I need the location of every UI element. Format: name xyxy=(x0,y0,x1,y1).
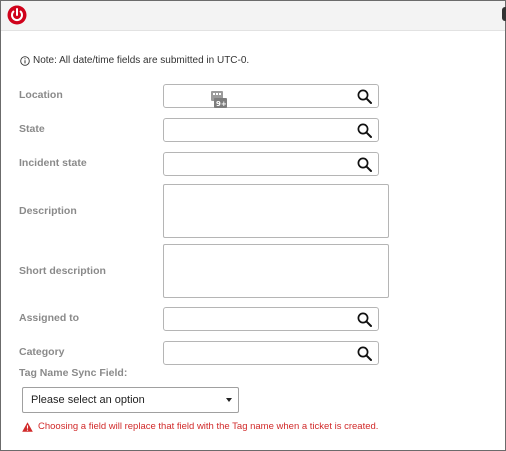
keyboard-badge-icon: 9+ xyxy=(211,91,227,108)
location-input[interactable]: 9+ xyxy=(163,84,379,108)
state-label: State xyxy=(19,123,45,135)
form-window: Note: All date/time fields are submitted… xyxy=(0,0,506,451)
search-icon[interactable] xyxy=(357,346,372,361)
tag-sync-selected: Please select an option xyxy=(31,394,145,406)
short-description-label: Short description xyxy=(19,265,106,277)
utc-note-text: Note: All date/time fields are submitted… xyxy=(33,55,250,66)
search-icon[interactable] xyxy=(357,312,372,327)
incident-state-input[interactable] xyxy=(163,152,379,176)
assigned-to-input[interactable] xyxy=(163,307,379,331)
short-description-textarea[interactable] xyxy=(163,244,389,298)
top-bar xyxy=(1,1,506,31)
category-input[interactable] xyxy=(163,341,379,365)
tag-sync-warning-text: Choosing a field will replace that field… xyxy=(38,421,379,432)
description-label: Description xyxy=(19,205,77,217)
search-icon[interactable] xyxy=(357,89,372,104)
overflow-icon[interactable] xyxy=(502,7,506,21)
power-icon[interactable] xyxy=(7,5,27,25)
search-icon[interactable] xyxy=(357,123,372,138)
incident-state-label: Incident state xyxy=(19,157,87,169)
category-label: Category xyxy=(19,346,65,358)
state-input[interactable] xyxy=(163,118,379,142)
tag-sync-select[interactable]: Please select an option xyxy=(22,387,239,413)
location-label: Location xyxy=(19,89,63,101)
search-icon[interactable] xyxy=(357,157,372,172)
warning-icon xyxy=(22,421,33,432)
svg-text:9+: 9+ xyxy=(216,100,227,108)
assigned-to-label: Assigned to xyxy=(19,312,80,324)
tag-sync-label: Tag Name Sync Field: xyxy=(19,367,128,379)
info-icon xyxy=(20,55,30,66)
tag-sync-warning: Choosing a field will replace that field… xyxy=(22,421,378,432)
chevron-down-icon xyxy=(226,398,232,402)
utc-note: Note: All date/time fields are submitted… xyxy=(20,55,249,66)
description-textarea[interactable] xyxy=(163,184,389,238)
